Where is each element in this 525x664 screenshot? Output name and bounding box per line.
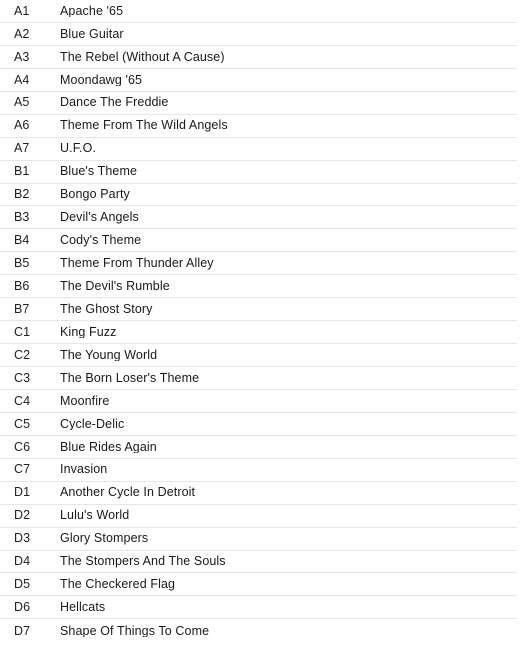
track-position: B7 — [14, 301, 30, 316]
table-row[interactable]: C5 Cycle-Delic — [0, 413, 517, 436]
table-row[interactable]: C7 Invasion — [0, 459, 517, 482]
track-title[interactable]: Blue Rides Again — [60, 441, 513, 454]
track-title[interactable]: Another Cycle In Detroit — [60, 486, 513, 499]
track-title[interactable]: The Ghost Story — [60, 303, 513, 316]
track-title[interactable]: King Fuzz — [60, 326, 513, 339]
table-row[interactable]: D4 The Stompers And The Souls — [0, 551, 517, 574]
track-title[interactable]: The Born Loser's Theme — [60, 372, 513, 385]
track-position: D2 — [14, 508, 31, 523]
table-row[interactable]: C3 The Born Loser's Theme — [0, 367, 517, 390]
track-position: D5 — [14, 577, 31, 592]
track-position: D4 — [14, 554, 31, 569]
track-title[interactable]: The Rebel (Without A Cause) — [60, 51, 513, 64]
table-row[interactable]: B1 Blue's Theme — [0, 161, 517, 184]
track-title[interactable]: Glory Stompers — [60, 532, 513, 545]
track-title[interactable]: U.F.O. — [60, 142, 513, 155]
track-position: B6 — [14, 278, 30, 293]
track-position: B1 — [14, 164, 30, 179]
track-position: A2 — [14, 26, 30, 41]
track-position: C1 — [14, 324, 31, 339]
track-position: C3 — [14, 370, 31, 385]
track-position: D1 — [14, 485, 31, 500]
table-row[interactable]: C6 Blue Rides Again — [0, 436, 517, 459]
table-row[interactable]: D2 Lulu's World — [0, 505, 517, 528]
track-title[interactable]: The Stompers And The Souls — [60, 555, 513, 568]
track-position: C7 — [14, 462, 31, 477]
table-row[interactable]: A2 Blue Guitar — [0, 23, 517, 46]
track-title[interactable]: Blue's Theme — [60, 165, 513, 178]
track-title[interactable]: Shape Of Things To Come — [60, 625, 513, 638]
table-row[interactable]: D3 Glory Stompers — [0, 528, 517, 551]
table-row[interactable]: C2 The Young World — [0, 344, 517, 367]
table-row[interactable]: D6 Hellcats — [0, 596, 517, 620]
table-row[interactable]: D7 Shape Of Things To Come — [0, 619, 517, 642]
track-position: A5 — [14, 95, 30, 110]
table-row[interactable]: B3 Devil's Angels — [0, 206, 517, 230]
table-row[interactable]: D1 Another Cycle In Detroit — [0, 482, 517, 505]
table-row[interactable]: A5 Dance The Freddie — [0, 92, 517, 115]
track-position: A6 — [14, 118, 30, 133]
table-row[interactable]: A1 Apache '65 — [0, 0, 517, 23]
track-position: D7 — [14, 623, 31, 638]
table-row[interactable]: A3 The Rebel (Without A Cause) — [0, 46, 517, 69]
table-row[interactable]: D5 The Checkered Flag — [0, 573, 517, 597]
table-row[interactable]: B6 The Devil's Rumble — [0, 275, 517, 299]
table-row[interactable]: A7 U.F.O. — [0, 138, 517, 161]
table-row[interactable]: C4 Moonfire — [0, 390, 517, 413]
table-row[interactable]: B4 Cody's Theme — [0, 229, 517, 253]
track-position: B2 — [14, 187, 30, 202]
track-position: B3 — [14, 210, 30, 225]
track-title[interactable]: The Devil's Rumble — [60, 280, 513, 293]
track-title[interactable]: Hellcats — [60, 601, 513, 614]
track-position: C5 — [14, 416, 31, 431]
track-title[interactable]: Moonfire — [60, 395, 513, 408]
track-title[interactable]: Cycle-Delic — [60, 418, 513, 431]
track-title[interactable]: The Young World — [60, 349, 513, 362]
track-position: C6 — [14, 439, 31, 454]
table-row[interactable]: B2 Bongo Party — [0, 184, 517, 207]
track-title[interactable]: Theme From Thunder Alley — [60, 257, 513, 270]
track-position: C2 — [14, 347, 31, 362]
table-row[interactable]: B5 Theme From Thunder Alley — [0, 252, 517, 276]
track-title[interactable]: Moondawg '65 — [60, 74, 513, 87]
track-position: D6 — [14, 600, 31, 615]
track-title[interactable]: Lulu's World — [60, 509, 513, 522]
track-position: D3 — [14, 531, 31, 546]
table-row[interactable]: B7 The Ghost Story — [0, 298, 517, 322]
table-row[interactable]: A4 Moondawg '65 — [0, 69, 517, 92]
track-position: C4 — [14, 393, 31, 408]
tracklist-table: A1 Apache '65 A2 Blue Guitar A3 The Rebel (Wi… — [0, 0, 525, 642]
track-title[interactable]: Dance The Freddie — [60, 96, 513, 109]
track-title[interactable]: Apache '65 — [60, 5, 513, 18]
table-row[interactable]: C1 King Fuzz — [0, 321, 517, 345]
track-title[interactable]: Invasion — [60, 463, 513, 476]
track-position: A3 — [14, 49, 30, 64]
track-position: B4 — [14, 233, 30, 248]
track-position: A1 — [14, 3, 30, 18]
track-position: B5 — [14, 256, 30, 271]
track-title[interactable]: Theme From The Wild Angels — [60, 119, 513, 132]
track-title[interactable]: The Checkered Flag — [60, 578, 513, 591]
track-title[interactable]: Devil's Angels — [60, 211, 513, 224]
track-title[interactable]: Bongo Party — [60, 188, 513, 201]
track-title[interactable]: Cody's Theme — [60, 234, 513, 247]
track-title[interactable]: Blue Guitar — [60, 28, 513, 41]
track-position: A4 — [14, 72, 30, 87]
track-position: A7 — [14, 141, 30, 156]
table-row[interactable]: A6 Theme From The Wild Angels — [0, 115, 517, 138]
